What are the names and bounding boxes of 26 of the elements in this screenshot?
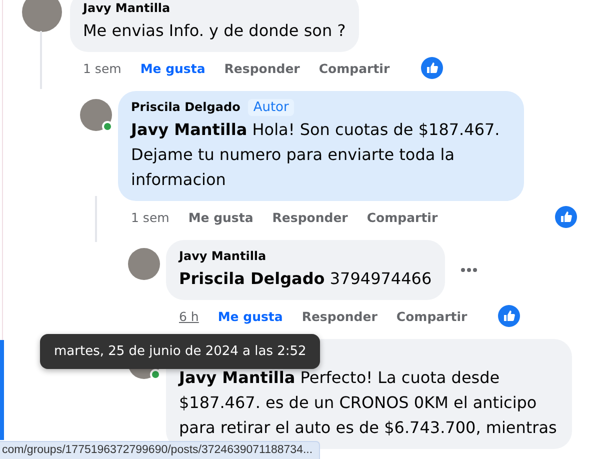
comment-action-link[interactable]: Compartir — [318, 60, 390, 76]
comment-action-link[interactable]: Compartir — [366, 210, 438, 224]
author-name[interactable]: Javy Mantilla — [83, 1, 170, 15]
comment-action-link[interactable]: Compartir — [396, 308, 468, 324]
avatar[interactable] — [128, 248, 160, 280]
avatar[interactable] — [80, 99, 112, 131]
comment-action-link[interactable]: Responder — [302, 308, 378, 324]
timestamp-link[interactable]: 1 sem — [83, 60, 122, 76]
comment-action-link[interactable]: Me gusta — [188, 210, 254, 224]
comment-action-link[interactable]: Responder — [224, 60, 300, 76]
comment-text: Javy Mantilla Hola! Son cuotas de $187.467. Dejame tu numero para enviarte toda la informacion — [131, 119, 501, 191]
author-badge: Autor — [248, 98, 294, 116]
author-name[interactable]: Priscila Delgado — [131, 100, 240, 114]
status-bar-url: com/groups/1775196372799690/posts/3724639071188734... — [0, 441, 320, 459]
avatar[interactable] — [22, 0, 62, 32]
comment-action-link[interactable]: Responder — [272, 210, 348, 224]
more-options-icon[interactable] — [458, 267, 479, 273]
comment-action-link[interactable]: Me gusta — [218, 308, 283, 324]
comment-text: Priscila Delgado 3794974466 — [179, 268, 432, 290]
timestamp-link[interactable]: 1 sem — [131, 210, 170, 224]
comment-text: Javy Mantilla Perfecto! La cuota desde $187.467. es de un CRONOS 0KM el anticipo para retirar el auto es de $6.743.700, mientras — [179, 367, 558, 439]
comment-text: Me envias Info. y de donde son ? — [83, 20, 346, 42]
comment-action-link[interactable]: Me gusta — [140, 60, 206, 76]
date-tooltip: martes, 25 de junio de 2024 a las 2:52 — [40, 334, 320, 369]
author-name[interactable]: Javy Mantilla — [179, 249, 266, 263]
timestamp-link[interactable]: 6 h — [179, 308, 199, 324]
